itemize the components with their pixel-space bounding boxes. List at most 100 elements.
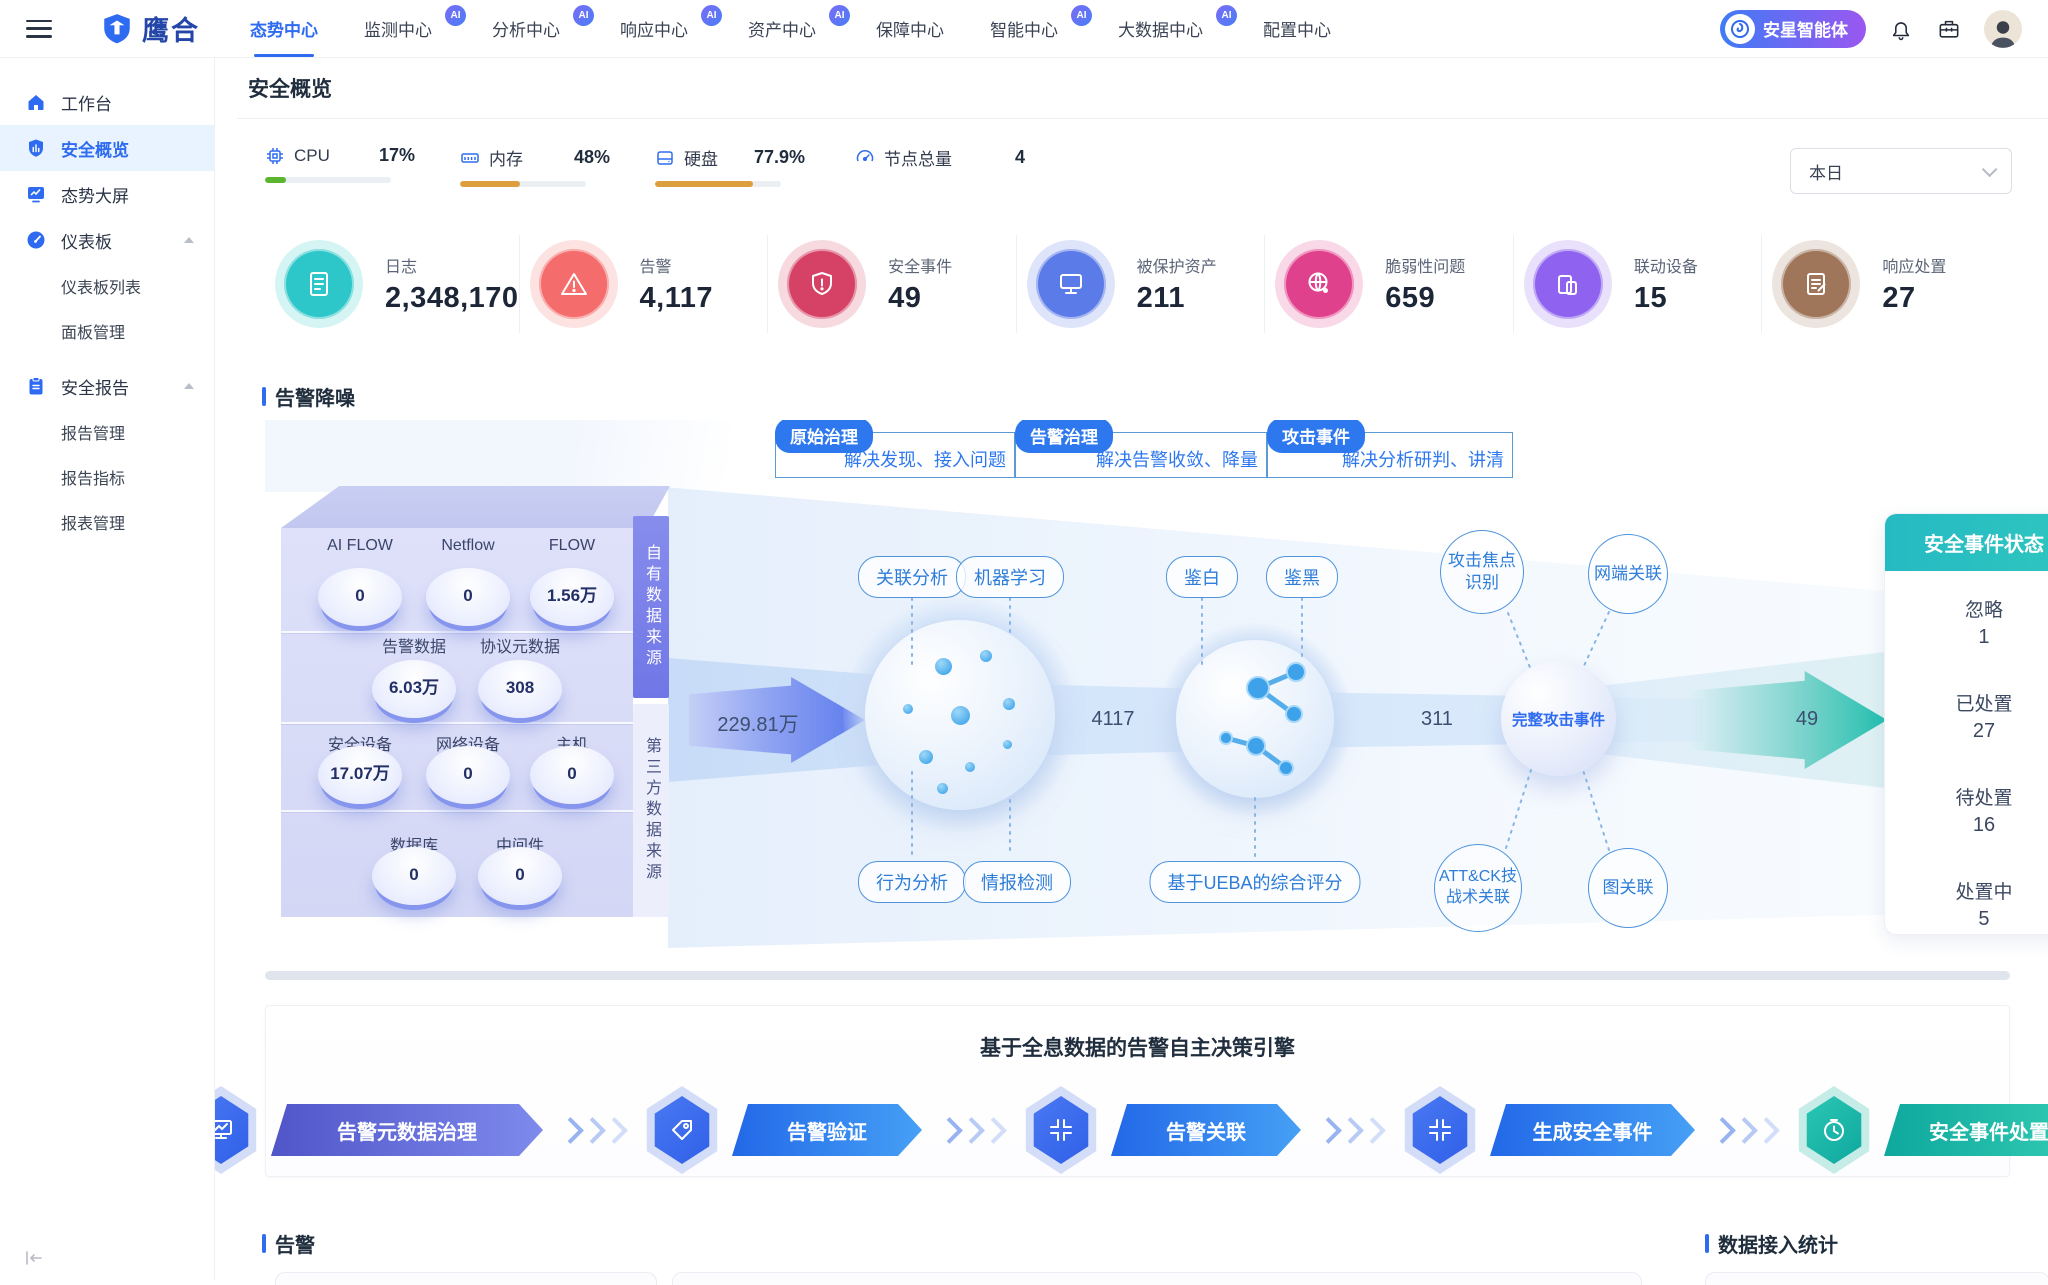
hamburger-menu-icon[interactable] [26, 20, 52, 38]
nav-tab-analysis[interactable]: 分析中心AI [492, 0, 574, 57]
nodes-value: 4 [1015, 147, 1025, 168]
nav-tab-intelligence[interactable]: 智能中心AI [990, 0, 1072, 57]
memory-progress [460, 181, 586, 187]
nav-tab-bigdata[interactable]: 大数据中心AI [1118, 0, 1217, 57]
ai-assistant-button[interactable]: 安星智能体 [1720, 10, 1866, 48]
assistant-orb-icon [1725, 14, 1755, 44]
complete-attack-event-node: 完整攻击事件 [1501, 661, 1616, 776]
status-handled: 已处置27 [1955, 689, 2012, 743]
sidebar-item-report-metrics[interactable]: 报告指标 [0, 454, 214, 499]
stopwatch-icon [1794, 1086, 1874, 1174]
sidebar-group-security-report[interactable]: 安全报告 [0, 363, 214, 409]
status-pending: 待处置16 [1955, 783, 2012, 837]
sidebar: 工作台 安全概览 态势大屏 仪表板 仪表板列表 面板管理 安全报告 报告管理 报… [0, 57, 215, 1280]
molecule-icon [1176, 640, 1334, 798]
horizontal-scrollbar[interactable] [265, 971, 2010, 980]
engine-title: 基于全息数据的告警自主决策引擎 [266, 1032, 2009, 1062]
circle-network-endpoint: 网端关联 [1588, 534, 1668, 614]
nav-tab-response[interactable]: 响应中心AI [620, 0, 702, 57]
app-logo[interactable]: 鹰合 [100, 9, 200, 48]
monitor-icon [1036, 249, 1106, 319]
engine-step-generate-event: 生成安全事件 [1490, 1104, 1695, 1156]
memory-stat: 内存 48% [460, 145, 610, 187]
sidebar-item-situation-screen[interactable]: 态势大屏 [0, 171, 214, 217]
card-value: 4,117 [640, 282, 713, 315]
stage-alert-governance: 告警治理 解决告警收敛、降量 [1015, 432, 1267, 478]
pill-whitelist: 鉴白 [1166, 556, 1238, 598]
period-select[interactable]: 本日 [1790, 148, 2012, 194]
nav-tab-monitoring[interactable]: 监测中心AI [364, 0, 446, 57]
cpu-value: 17% [379, 145, 415, 166]
clipboard-pen-icon [1781, 249, 1851, 319]
sidebar-item-security-overview[interactable]: 安全概览 [0, 125, 214, 171]
sidebar-item-report-table-management[interactable]: 报表管理 [0, 499, 214, 544]
sidebar-group-dashboard[interactable]: 仪表板 [0, 217, 214, 263]
alert-analysis-circle [865, 620, 1055, 810]
card-label: 联动设备 [1634, 253, 1698, 277]
status-panel-title: 安全事件状态 [1885, 514, 2048, 571]
toolbox-icon[interactable] [1936, 16, 1962, 42]
pill-machine-learning: 机器学习 [956, 556, 1064, 598]
source-value-disc: 308 [478, 660, 562, 718]
pill-behavior-analysis: 行为分析 [858, 861, 966, 903]
card-security-events: 安全事件 49 [768, 235, 1017, 333]
card-label: 响应处置 [1882, 253, 1946, 277]
flow-input-count: 229.81万 [693, 708, 823, 737]
ai-badge: AI [1216, 5, 1237, 26]
shield-alert-icon [787, 249, 857, 319]
noise-section-header: 告警降噪 [262, 382, 355, 411]
alert-noise-funnel: 原始治理 解决发现、接入问题 告警治理 解决告警收敛、降量 攻击事件 解决分析研… [265, 420, 2048, 985]
merge-icon [1400, 1086, 1480, 1174]
summary-cards-row: 日志 2,348,170 告警 4,117 安全事件 49 被保护资产 211 [265, 235, 2010, 333]
nav-tab-assurance[interactable]: 保障中心 [876, 0, 944, 57]
sidebar-item-panel-management[interactable]: 面板管理 [0, 308, 214, 353]
tag-icon [642, 1086, 722, 1174]
ai-badge: AI [573, 5, 594, 26]
stage-desc: 解决分析研判、讲清 [1342, 446, 1504, 472]
user-avatar[interactable] [1984, 10, 2022, 48]
engine-steps: 告警元数据治理 告警验证 告警关联 生成安全事件 安全事件处置 [266, 1086, 2009, 1174]
card-logs: 日志 2,348,170 [265, 235, 520, 333]
bell-icon[interactable] [1888, 16, 1914, 42]
scoring-circle [1176, 640, 1334, 798]
source-label: 告警数据 [382, 633, 446, 657]
section-bar [262, 387, 266, 406]
devices-icon [1533, 249, 1603, 319]
flow-attack-count: 311 [1372, 708, 1502, 731]
sidebar-item-workbench[interactable]: 工作台 [0, 79, 214, 125]
pill-ueba-score: 基于UEBA的综合评分 [1149, 861, 1360, 903]
card-label: 脆弱性问题 [1385, 253, 1465, 277]
ai-badge: AI [829, 5, 850, 26]
screen-chart-icon [26, 184, 46, 204]
card-protected-assets: 被保护资产 211 [1017, 235, 1266, 333]
source-label: AI FLOW [327, 537, 393, 555]
nav-tab-config[interactable]: 配置中心 [1263, 0, 1331, 57]
ai-badge: AI [1071, 5, 1092, 26]
source-value-disc: 0 [426, 746, 510, 804]
sidebar-item-dashboard-list[interactable]: 仪表板列表 [0, 263, 214, 308]
disk-stat: 硬盘 77.9% [655, 145, 805, 187]
stage-raw-governance: 原始治理 解决发现、接入问题 [775, 432, 1015, 478]
sidebar-item-report-management[interactable]: 报告管理 [0, 409, 214, 454]
card-label: 被保护资产 [1137, 253, 1217, 277]
shield-chart-icon [26, 138, 46, 158]
source-label: Netflow [441, 537, 494, 555]
decision-engine-card: 基于全息数据的告警自主决策引擎 告警元数据治理 告警验证 告警关联 生成安全事件 [265, 1005, 2010, 1177]
main-content: 安全概览 CPU 17% 内存 48% 硬盘 77.9% 节点总量 4 [215, 57, 2048, 1280]
ingest-stats-section-header: 数据接入统计 [1705, 1229, 1838, 1258]
pill-correlation-analysis: 关联分析 [858, 556, 966, 598]
card-value: 15 [1634, 282, 1698, 315]
document-icon [284, 249, 354, 319]
chevron-separator-icon [1319, 1121, 1382, 1140]
chevron-down-icon [1982, 161, 1998, 177]
nodes-label: 节点总量 [884, 145, 952, 170]
nodes-stat: 节点总量 4 [855, 145, 1025, 170]
header-actions: 安星智能体 [1720, 10, 2022, 48]
sidebar-collapse-icon[interactable] [24, 1250, 44, 1266]
shield-logo-icon [100, 12, 134, 46]
source-label: FLOW [549, 537, 595, 555]
nav-tab-situation[interactable]: 态势中心 [250, 0, 318, 57]
disk-icon [655, 148, 675, 168]
card-stub [1705, 1272, 2048, 1285]
nav-tab-assets[interactable]: 资产中心AI [748, 0, 830, 57]
